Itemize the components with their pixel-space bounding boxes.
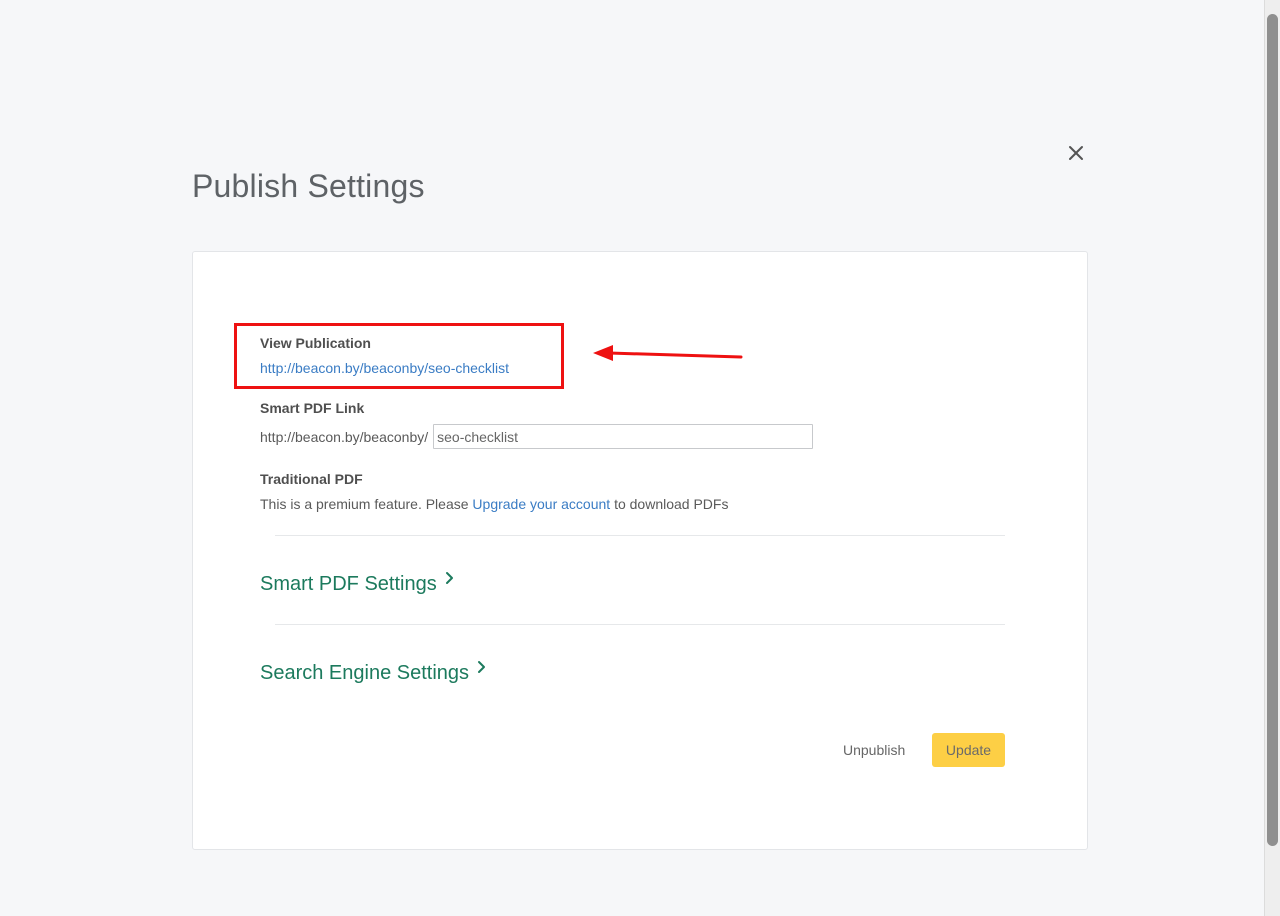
smart-pdf-settings-label: Smart PDF Settings: [260, 573, 437, 595]
update-button[interactable]: Update: [932, 733, 1005, 767]
chevron-right-icon: [445, 572, 453, 584]
annotation-highlight-box: [234, 323, 564, 389]
annotation-arrow-icon: [593, 345, 743, 361]
divider: [275, 535, 1005, 536]
premium-feature-text: This is a premium feature. Please Upgrad…: [260, 496, 728, 512]
smart-pdf-settings-toggle[interactable]: Smart PDF Settings: [260, 572, 454, 596]
smart-pdf-link-row: http://beacon.by/beaconby/: [260, 424, 814, 449]
search-engine-settings-toggle[interactable]: Search Engine Settings: [260, 661, 486, 685]
publish-settings-page: Publish Settings View Publication http:/…: [0, 0, 1280, 916]
chevron-right-icon: [478, 661, 486, 673]
close-button[interactable]: [1064, 141, 1088, 165]
smart-pdf-slug-input[interactable]: [433, 424, 814, 449]
settings-card: View Publication http://beacon.by/beacon…: [192, 251, 1088, 850]
upgrade-account-link[interactable]: Upgrade your account: [472, 496, 610, 512]
divider: [275, 624, 1005, 625]
close-icon: [1069, 146, 1083, 160]
smart-pdf-link-label: Smart PDF Link: [260, 400, 365, 416]
page-title: Publish Settings: [192, 168, 425, 204]
scrollbar-thumb[interactable]: [1267, 14, 1278, 846]
unpublish-button[interactable]: Unpublish: [833, 733, 915, 767]
view-publication-link[interactable]: http://beacon.by/beaconby/seo-checklist: [260, 360, 509, 376]
premium-text-after: to download PDFs: [610, 496, 729, 512]
smart-pdf-url-prefix: http://beacon.by/beaconby/: [260, 428, 429, 445]
traditional-pdf-label: Traditional PDF: [260, 471, 363, 487]
search-engine-settings-label: Search Engine Settings: [260, 662, 470, 684]
view-publication-label: View Publication: [260, 335, 371, 351]
premium-text-before: This is a premium feature. Please: [260, 496, 473, 512]
